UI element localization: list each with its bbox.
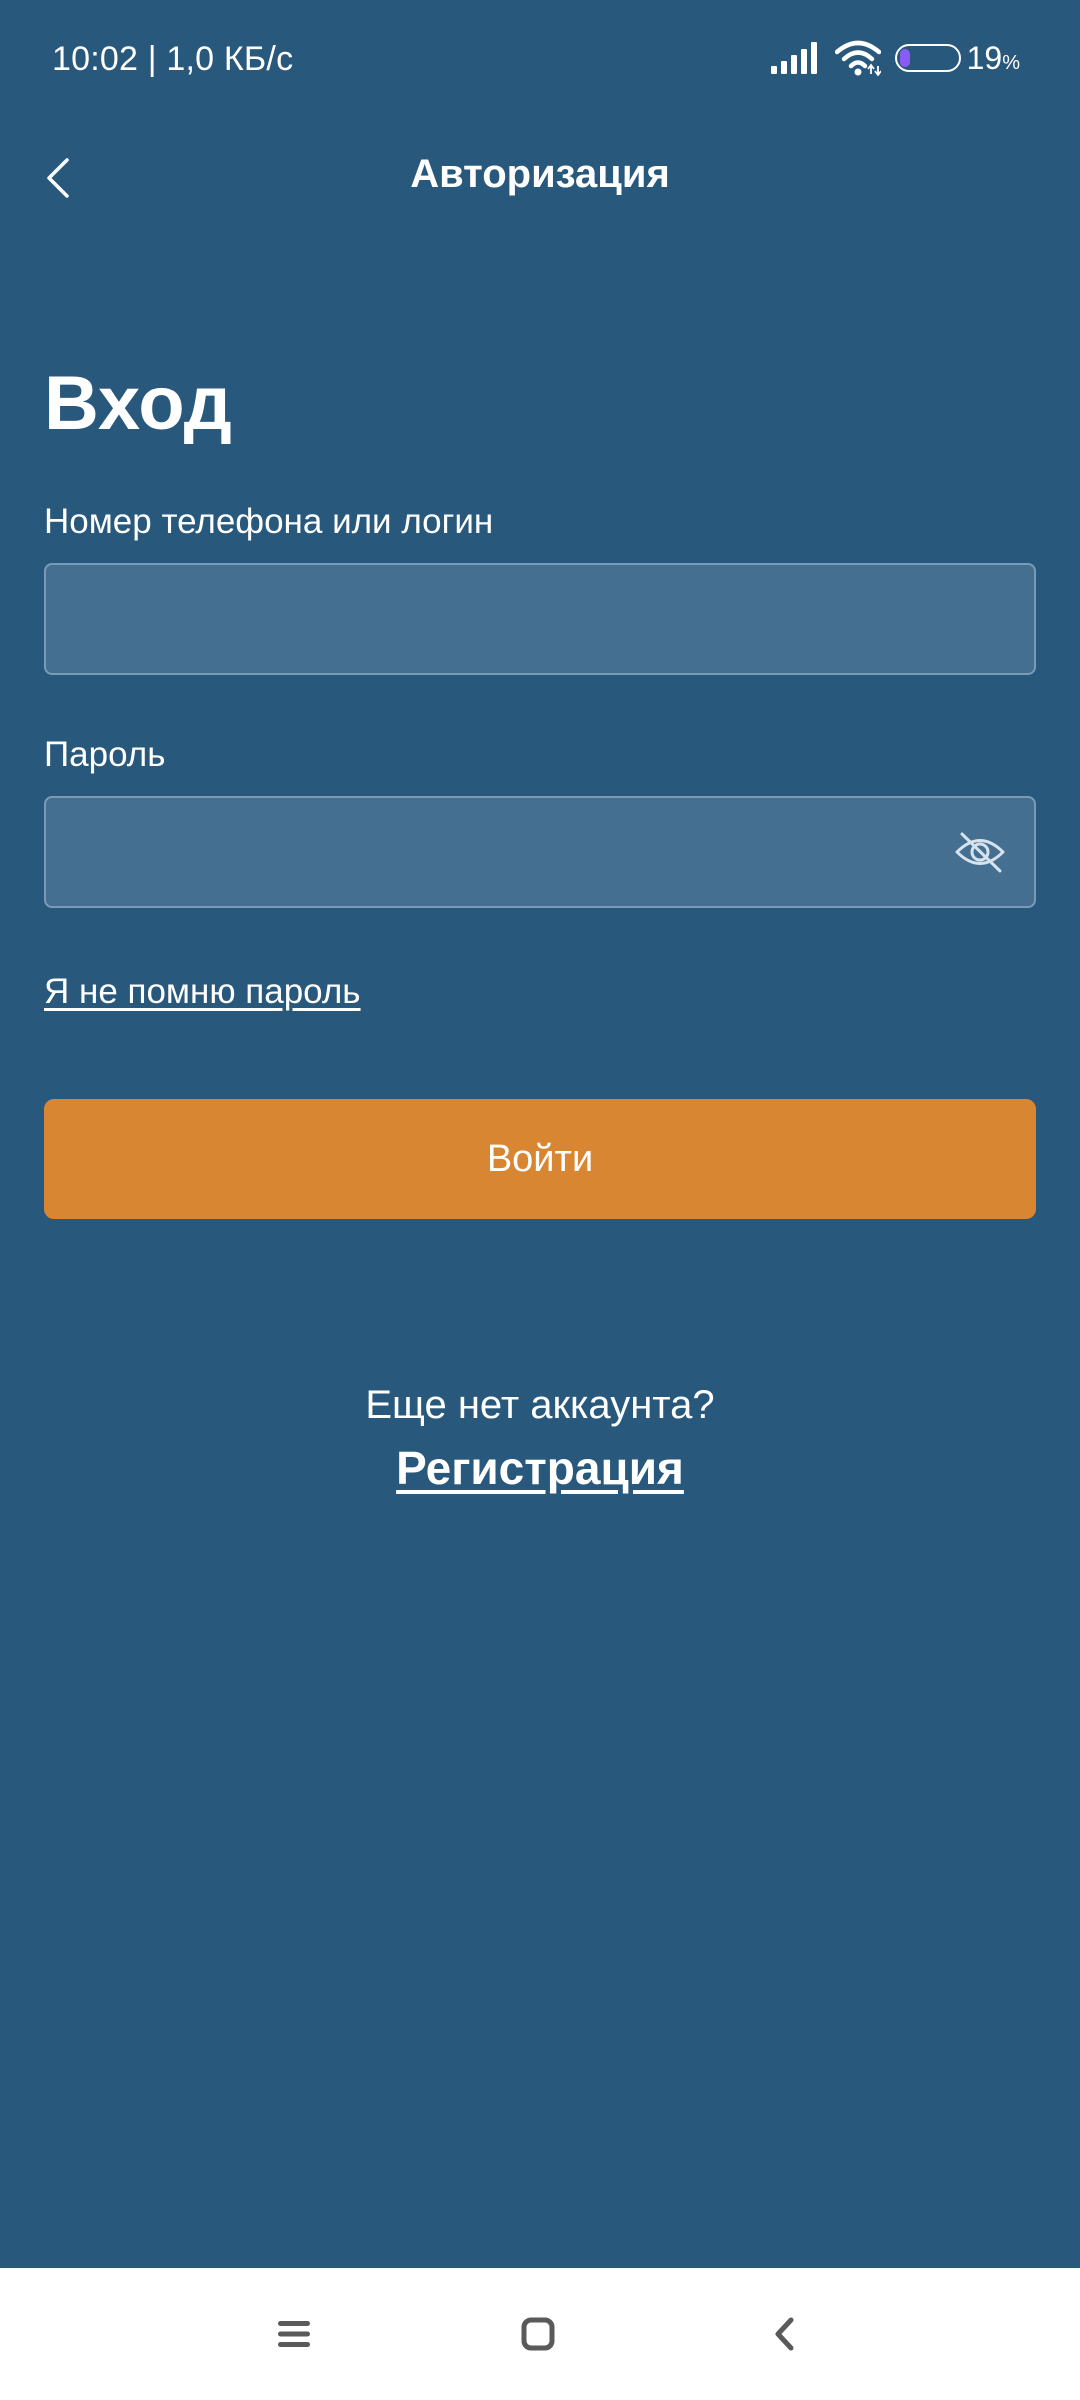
app-title: Авторизация [410, 152, 670, 196]
nav-home-button[interactable] [506, 2302, 570, 2366]
login-button[interactable]: Войти [44, 1099, 1036, 1219]
login-label: Номер телефона или логин [44, 502, 494, 541]
battery-indicator: 19% [894, 39, 1020, 77]
signup-block: Еще нет аккаунта? Регистрация [0, 1385, 1080, 1491]
password-input[interactable] [46, 798, 1034, 906]
battery-level: 19% [966, 39, 1020, 76]
status-bar: 10:02 | 1,0 КБ/с 19% [0, 0, 1080, 124]
battery-unit: % [1002, 51, 1020, 74]
system-nav-bar [0, 2268, 1080, 2400]
password-label: Пароль [44, 735, 166, 774]
home-square-icon [521, 2317, 555, 2351]
battery-fill [899, 49, 910, 67]
menu-icon [278, 2321, 310, 2347]
login-field-container [44, 563, 1036, 675]
signup-prompt: Еще нет аккаунта? [365, 1383, 715, 1427]
login-form: Вход Номер телефона или логин Пароль Я н… [44, 340, 1036, 1219]
nav-back-button[interactable] [752, 2302, 816, 2366]
eye-off-icon [955, 832, 1005, 873]
status-time: 10:02 | 1,0 КБ/с [52, 40, 294, 78]
battery-icon [894, 44, 961, 72]
signal-icon [770, 42, 817, 74]
status-icons: 19% [770, 38, 1020, 78]
nav-menu-button[interactable] [262, 2302, 326, 2366]
app-bar: Авторизация [0, 130, 1080, 226]
login-input[interactable] [46, 565, 1034, 673]
page-heading: Вход [44, 361, 232, 446]
back-chevron-icon [775, 2317, 794, 2351]
forgot-password-link[interactable]: Я не помню пароль [44, 974, 361, 1009]
wifi-icon [834, 40, 881, 76]
register-link[interactable]: Регистрация [396, 1445, 684, 1491]
password-field-container [44, 796, 1036, 908]
password-visibility-toggle[interactable] [952, 824, 1008, 880]
